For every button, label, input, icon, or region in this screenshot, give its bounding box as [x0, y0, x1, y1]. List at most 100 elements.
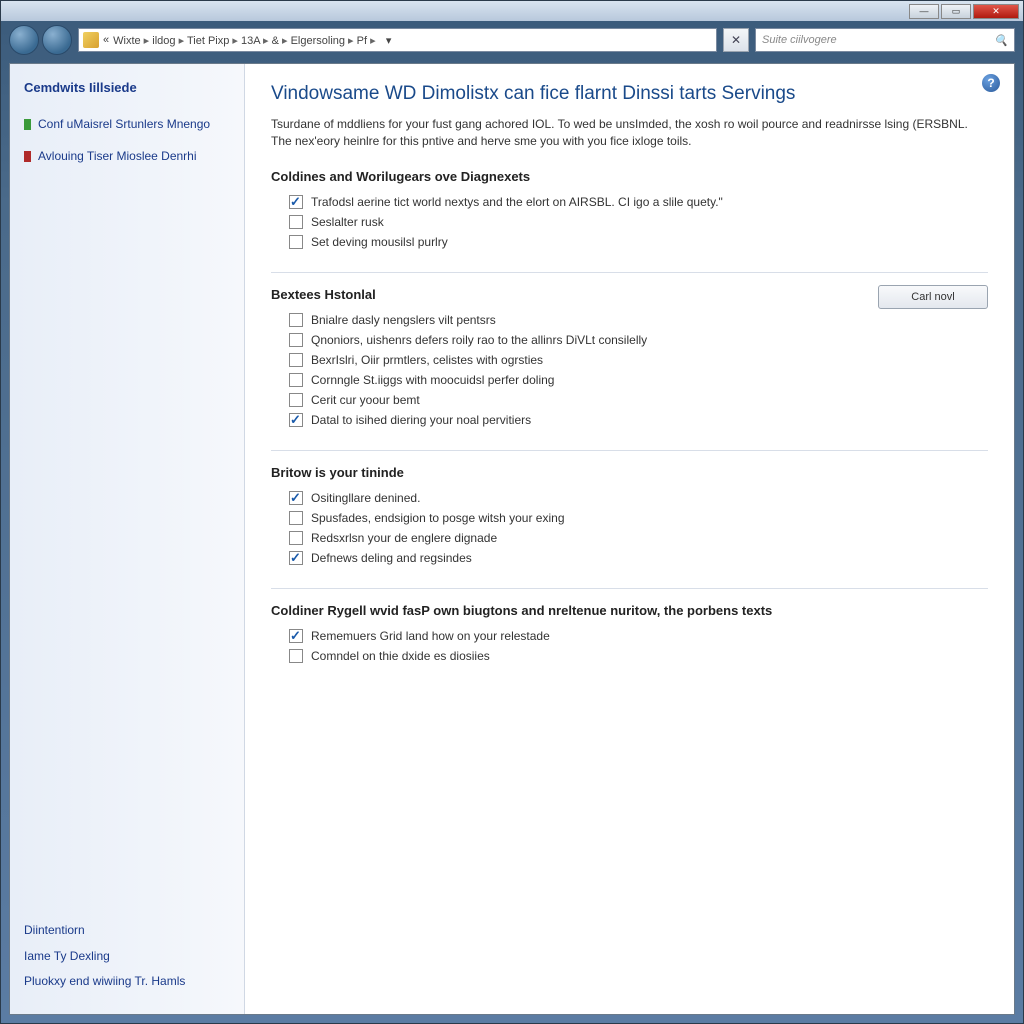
minimize-button[interactable]: —: [909, 4, 939, 19]
search-icon: 🔍: [994, 34, 1008, 47]
settings-section: Britow is your tininde Ositingllare denin…: [271, 465, 988, 568]
forward-button[interactable]: [42, 25, 72, 55]
checkbox[interactable]: [289, 551, 303, 565]
checkbox-label: Rememuers Grid land how on your relestad…: [311, 629, 550, 643]
folder-icon: [83, 32, 99, 48]
window-frame: — ▭ ✕ « Wixte ▸ ildog ▸ Tiet Pixp ▸ 13A …: [0, 0, 1024, 1024]
checkbox[interactable]: [289, 373, 303, 387]
sidebar-title: Cemdwits Iillsiede: [24, 80, 230, 95]
breadcrumb[interactable]: «: [103, 34, 109, 46]
checkbox-label: Cerit cur yoour bemt: [311, 393, 420, 407]
page-description: Tsurdane of mddliens for your fust gang …: [271, 116, 988, 150]
help-icon[interactable]: ?: [982, 74, 1000, 92]
see-also-link[interactable]: Iame Ty Dexling: [24, 949, 230, 965]
checkbox[interactable]: [289, 313, 303, 327]
main-panel: ? Vindowsame WD Dimolistx can fice flarn…: [245, 64, 1014, 1014]
checkbox-row: Qnoniors, uishenrs defers roily rao to t…: [271, 330, 988, 350]
checkbox-row: Comndel on thie dxide es diosiies: [271, 646, 988, 666]
chevron-right-icon: ▸: [141, 35, 153, 47]
page-title: Vindowsame WD Dimolistx can fice flarnt …: [271, 82, 988, 106]
section-divider: [271, 450, 988, 451]
section-heading: Coldiner Rygell wvid fasP own biugtons a…: [271, 603, 988, 618]
checkbox-row: Spusfades, endsigion to posge witsh your…: [271, 508, 988, 528]
nav-buttons: [9, 25, 72, 55]
checkbox-row: Ositingllare denined.: [271, 488, 988, 508]
sidebar-link-label: Conf uMaisrel Srtunlers Mnengo: [38, 117, 210, 133]
checkbox-row: Bnialre dasly nengslers vilt pentsrs: [271, 310, 988, 330]
section-heading: Britow is your tininde: [271, 465, 988, 480]
settings-section: Coldines and Worilugears ove Diagnexets T…: [271, 169, 988, 252]
section-action-button[interactable]: Carl novl: [878, 285, 988, 309]
checkbox-row: Defnews deling and regsindes: [271, 548, 988, 568]
checkbox-row: Cornngle St.iiggs with moocuidsl perfer …: [271, 370, 988, 390]
breadcrumb[interactable]: ildog: [152, 35, 175, 47]
checkbox[interactable]: [289, 393, 303, 407]
breadcrumb[interactable]: &: [272, 35, 279, 47]
checkbox[interactable]: [289, 531, 303, 545]
content-area: Cemdwits Iillsiede Conf uMaisrel Srtunle…: [9, 63, 1015, 1015]
nav-toolbar: « Wixte ▸ ildog ▸ Tiet Pixp ▸ 13A ▸ & ▸ …: [1, 21, 1023, 59]
back-button[interactable]: [9, 25, 39, 55]
checkbox-label: Seslalter rusk: [311, 215, 384, 229]
see-also-link[interactable]: Diintentiorn: [24, 923, 230, 939]
chevron-right-icon: ▸: [176, 35, 187, 47]
sidebar: Cemdwits Iillsiede Conf uMaisrel Srtunle…: [10, 64, 245, 1014]
checkbox-label: Spusfades, endsigion to posge witsh your…: [311, 511, 565, 525]
checkbox-label: Qnoniors, uishenrs defers roily rao to t…: [311, 333, 647, 347]
sidebar-link[interactable]: Avlouing Tiser Mioslee Denrhi: [24, 149, 230, 165]
chevron-right-icon: ▸: [229, 35, 241, 47]
search-input[interactable]: Suite ciilvogere 🔍: [755, 28, 1015, 52]
checkbox[interactable]: [289, 629, 303, 643]
section-divider: [271, 588, 988, 589]
checkbox[interactable]: [289, 353, 303, 367]
checkbox[interactable]: [289, 333, 303, 347]
checkbox[interactable]: [289, 511, 303, 525]
checkbox[interactable]: [289, 215, 303, 229]
checkbox-label: Datal to isihed diering your noal pervit…: [311, 413, 531, 427]
checkbox[interactable]: [289, 491, 303, 505]
checkbox-label: Set deving mousilsl purlry: [311, 235, 448, 249]
refresh-button[interactable]: ✕: [723, 28, 749, 52]
breadcrumb[interactable]: 13A: [241, 35, 260, 47]
checkbox-label: Redsxrlsn your de englere dignade: [311, 531, 497, 545]
see-also-link[interactable]: Pluokxy end wiwiing Tr. Hamls: [24, 974, 230, 990]
checkbox-row: Datal to isihed diering your noal pervit…: [271, 410, 988, 430]
sidebar-see-also: Diintentiorn Iame Ty Dexling Pluokxy end w…: [24, 923, 230, 1000]
chevron-right-icon: ▸: [279, 35, 291, 47]
checkbox-label: Bnialre dasly nengslers vilt pentsrs: [311, 313, 496, 327]
breadcrumb[interactable]: Tiet Pixp: [187, 35, 229, 47]
checkbox-label: Comndel on thie dxide es diosiies: [311, 649, 490, 663]
address-bar[interactable]: « Wixte ▸ ildog ▸ Tiet Pixp ▸ 13A ▸ & ▸ …: [78, 28, 717, 52]
checkbox-row: Redsxrlsn your de englere dignade: [271, 528, 988, 548]
search-placeholder: Suite ciilvogere: [762, 34, 837, 46]
checkbox-label: BexrIslri, Oiir prmtlers, celistes with …: [311, 353, 543, 367]
sidebar-link[interactable]: Conf uMaisrel Srtunlers Mnengo: [24, 117, 230, 133]
checkbox-label: Defnews deling and regsindes: [311, 551, 472, 565]
checkbox[interactable]: [289, 235, 303, 249]
settings-section: Coldiner Rygell wvid fasP own biugtons a…: [271, 603, 988, 666]
chevron-right-icon: ▸: [345, 35, 357, 47]
breadcrumb[interactable]: Pf: [357, 35, 367, 47]
checkbox-row: Trafodsl aerine tict world nextys and th…: [271, 192, 988, 212]
breadcrumb[interactable]: Elgersoling: [291, 35, 345, 47]
checkbox-row: Set deving mousilsl purlry: [271, 232, 988, 252]
section-divider: [271, 272, 988, 273]
checkbox-label: Cornngle St.iiggs with moocuidsl perfer …: [311, 373, 554, 387]
checkbox[interactable]: [289, 413, 303, 427]
chevron-right-icon: ▸: [367, 35, 376, 47]
checkbox-label: Ositingllare denined.: [311, 491, 420, 505]
titlebar: — ▭ ✕: [1, 1, 1023, 21]
checkbox[interactable]: [289, 195, 303, 209]
checkbox[interactable]: [289, 649, 303, 663]
section-heading: Coldines and Worilugears ove Diagnexets: [271, 169, 988, 184]
sidebar-link-label: Avlouing Tiser Mioslee Denrhi: [38, 149, 197, 165]
maximize-button[interactable]: ▭: [941, 4, 971, 19]
checkbox-row: BexrIslri, Oiir prmtlers, celistes with …: [271, 350, 988, 370]
breadcrumb[interactable]: Wixte: [113, 35, 141, 47]
chevron-right-icon: ▸: [260, 35, 272, 47]
settings-section: Bextees HstonlalCarl novlBnialre dasly n…: [271, 287, 988, 430]
bullet-icon: [24, 151, 31, 162]
checkbox-row: Seslalter rusk: [271, 212, 988, 232]
close-button[interactable]: ✕: [973, 4, 1019, 19]
address-dropdown[interactable]: ▾: [380, 34, 398, 47]
